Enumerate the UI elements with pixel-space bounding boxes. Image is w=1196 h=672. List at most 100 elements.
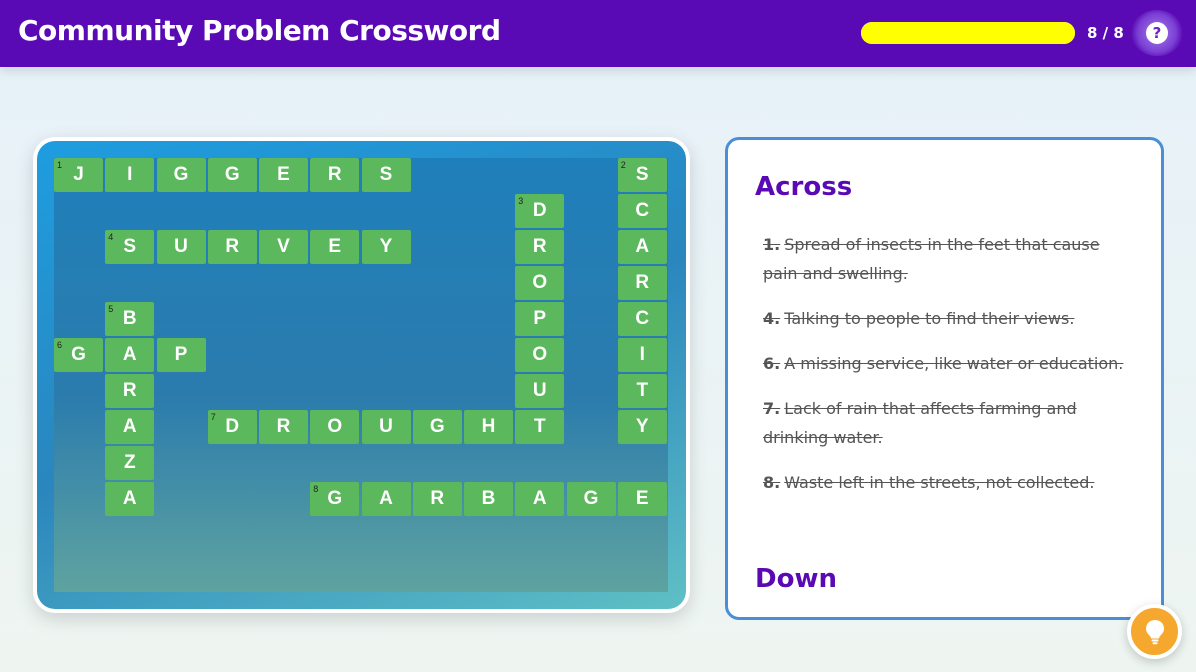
crossword-cell[interactable]: I bbox=[105, 158, 155, 192]
cell-letter: Y bbox=[635, 416, 649, 437]
clue-item-text: Lack of rain that affects farming and dr… bbox=[763, 399, 1077, 447]
crossword-cell[interactable]: E bbox=[259, 158, 308, 192]
crossword-cell[interactable]: Z bbox=[105, 446, 155, 480]
clue-item[interactable]: 4. Talking to people to find their views. bbox=[763, 304, 1133, 333]
cell-letter: B bbox=[481, 488, 496, 509]
crossword-cell[interactable]: S2 bbox=[617, 158, 667, 192]
cell-letter: P bbox=[174, 344, 188, 365]
clue-item[interactable]: 6. A missing service, like water or educa… bbox=[763, 349, 1133, 378]
cell-letter: D bbox=[225, 416, 240, 437]
crossword-cell[interactable]: G6 bbox=[54, 338, 103, 372]
crossword-cell[interactable]: G bbox=[566, 482, 616, 516]
cell-letter: V bbox=[277, 236, 290, 257]
crossword-cell[interactable]: B bbox=[464, 482, 513, 516]
cell-letter: E bbox=[277, 164, 290, 185]
crossword-cell[interactable]: I bbox=[617, 338, 667, 372]
cell-letter: R bbox=[635, 272, 650, 293]
crossword-cell[interactable]: V bbox=[259, 230, 308, 264]
crossword-cell[interactable]: D3 bbox=[515, 194, 565, 228]
cell-letter: C bbox=[635, 200, 650, 221]
across-heading: Across bbox=[755, 172, 853, 202]
clue-item-number: 4. bbox=[763, 309, 781, 328]
lightbulb-icon bbox=[1145, 619, 1164, 644]
crossword-cell[interactable]: A bbox=[617, 230, 667, 264]
crossword-cell[interactable]: A bbox=[105, 338, 155, 372]
progress-bar bbox=[861, 22, 1075, 44]
crossword-cell[interactable]: S4 bbox=[105, 230, 155, 264]
cell-letter: G bbox=[224, 164, 240, 185]
cell-letter: O bbox=[532, 344, 548, 365]
crossword-cell[interactable]: B5 bbox=[105, 302, 155, 336]
crossword-cell[interactable]: C bbox=[617, 302, 667, 336]
cell-letter: S bbox=[379, 164, 393, 185]
progress-counter: 8 / 8 bbox=[1087, 24, 1124, 42]
down-heading: Down bbox=[755, 564, 837, 594]
crossword-cell[interactable]: R bbox=[207, 230, 257, 264]
cell-letter: H bbox=[481, 416, 496, 437]
crossword-cell[interactable]: O bbox=[515, 266, 565, 300]
crossword-cell[interactable]: O bbox=[310, 410, 360, 444]
crossword-cell[interactable]: G bbox=[156, 158, 206, 192]
crossword-cell[interactable]: A bbox=[515, 482, 565, 516]
clue-panel: Across 1. Spread of insects in the feet t… bbox=[725, 137, 1164, 620]
cell-letter: P bbox=[533, 308, 547, 329]
clue-item-number: 8. bbox=[763, 473, 781, 492]
cell-letter: A bbox=[122, 488, 137, 509]
clue-number: 8 bbox=[313, 484, 319, 494]
crossword-cell[interactable]: R bbox=[105, 374, 155, 408]
crossword-cell[interactable]: Y bbox=[617, 410, 667, 444]
clue-number: 3 bbox=[518, 196, 524, 206]
crossword-cell[interactable]: A bbox=[105, 482, 155, 516]
crossword-cell[interactable]: G bbox=[412, 410, 462, 444]
crossword-cell[interactable]: R bbox=[515, 230, 565, 264]
crossword-cell[interactable]: R bbox=[310, 158, 360, 192]
crossword-cell[interactable]: A bbox=[105, 410, 155, 444]
clue-item-text: Waste left in the streets, not collected… bbox=[784, 473, 1095, 492]
crossword-cell[interactable]: U bbox=[156, 230, 206, 264]
hint-button[interactable] bbox=[1127, 604, 1182, 659]
crossword-cell[interactable]: P bbox=[156, 338, 206, 372]
help-button[interactable]: ? bbox=[1131, 10, 1183, 56]
cell-letter: R bbox=[122, 380, 137, 401]
clue-number: 6 bbox=[57, 340, 63, 350]
crossword-cell[interactable]: G8 bbox=[310, 482, 360, 516]
crossword-cell[interactable]: H bbox=[464, 410, 513, 444]
clue-item[interactable]: 7. Lack of rain that affects farming and … bbox=[763, 394, 1133, 452]
crossword-cell[interactable]: U bbox=[515, 374, 565, 408]
clue-item-text: Talking to people to find their views. bbox=[784, 309, 1075, 328]
cell-letter: Z bbox=[123, 452, 136, 473]
crossword-cell[interactable]: Y bbox=[361, 230, 411, 264]
crossword-cell[interactable]: O bbox=[515, 338, 565, 372]
cell-letter: E bbox=[328, 236, 342, 257]
crossword-cell[interactable]: T bbox=[515, 410, 565, 444]
cell-letter: S bbox=[123, 236, 137, 257]
crossword-cell[interactable]: E bbox=[617, 482, 667, 516]
clue-number: 7 bbox=[210, 412, 216, 422]
crossword-cell[interactable]: C bbox=[617, 194, 667, 228]
crossword-cell[interactable]: R bbox=[412, 482, 462, 516]
crossword-cell[interactable]: T bbox=[617, 374, 667, 408]
crossword-cell[interactable]: J1 bbox=[54, 158, 103, 192]
cell-letter: G bbox=[429, 416, 445, 437]
top-bar: Community Problem Crossword 8 / 8 ? bbox=[0, 0, 1196, 67]
crossword-cell[interactable]: E bbox=[310, 230, 360, 264]
crossword-cell[interactable]: G bbox=[207, 158, 257, 192]
clue-item[interactable]: 8. Waste left in the streets, not collect… bbox=[763, 468, 1133, 497]
cell-letter: R bbox=[532, 236, 547, 257]
cell-letter: S bbox=[635, 164, 649, 185]
clue-item-number: 7. bbox=[763, 399, 781, 418]
crossword-cell[interactable]: A bbox=[361, 482, 411, 516]
cell-letter: J bbox=[73, 164, 84, 185]
clue-item-number: 6. bbox=[763, 354, 781, 373]
crossword-cell[interactable]: R bbox=[259, 410, 308, 444]
clue-number: 5 bbox=[108, 304, 114, 314]
clue-item-text: Spread of insects in the feet that cause… bbox=[763, 235, 1100, 283]
crossword-cell[interactable]: U bbox=[361, 410, 411, 444]
cell-letter: A bbox=[122, 344, 137, 365]
crossword-cell[interactable]: S bbox=[361, 158, 411, 192]
clue-item[interactable]: 1. Spread of insects in the feet that cau… bbox=[763, 230, 1133, 288]
crossword-cell[interactable]: P bbox=[515, 302, 565, 336]
crossword-cell[interactable]: D7 bbox=[207, 410, 257, 444]
cell-letter: I bbox=[127, 164, 133, 185]
crossword-cell[interactable]: R bbox=[617, 266, 667, 300]
